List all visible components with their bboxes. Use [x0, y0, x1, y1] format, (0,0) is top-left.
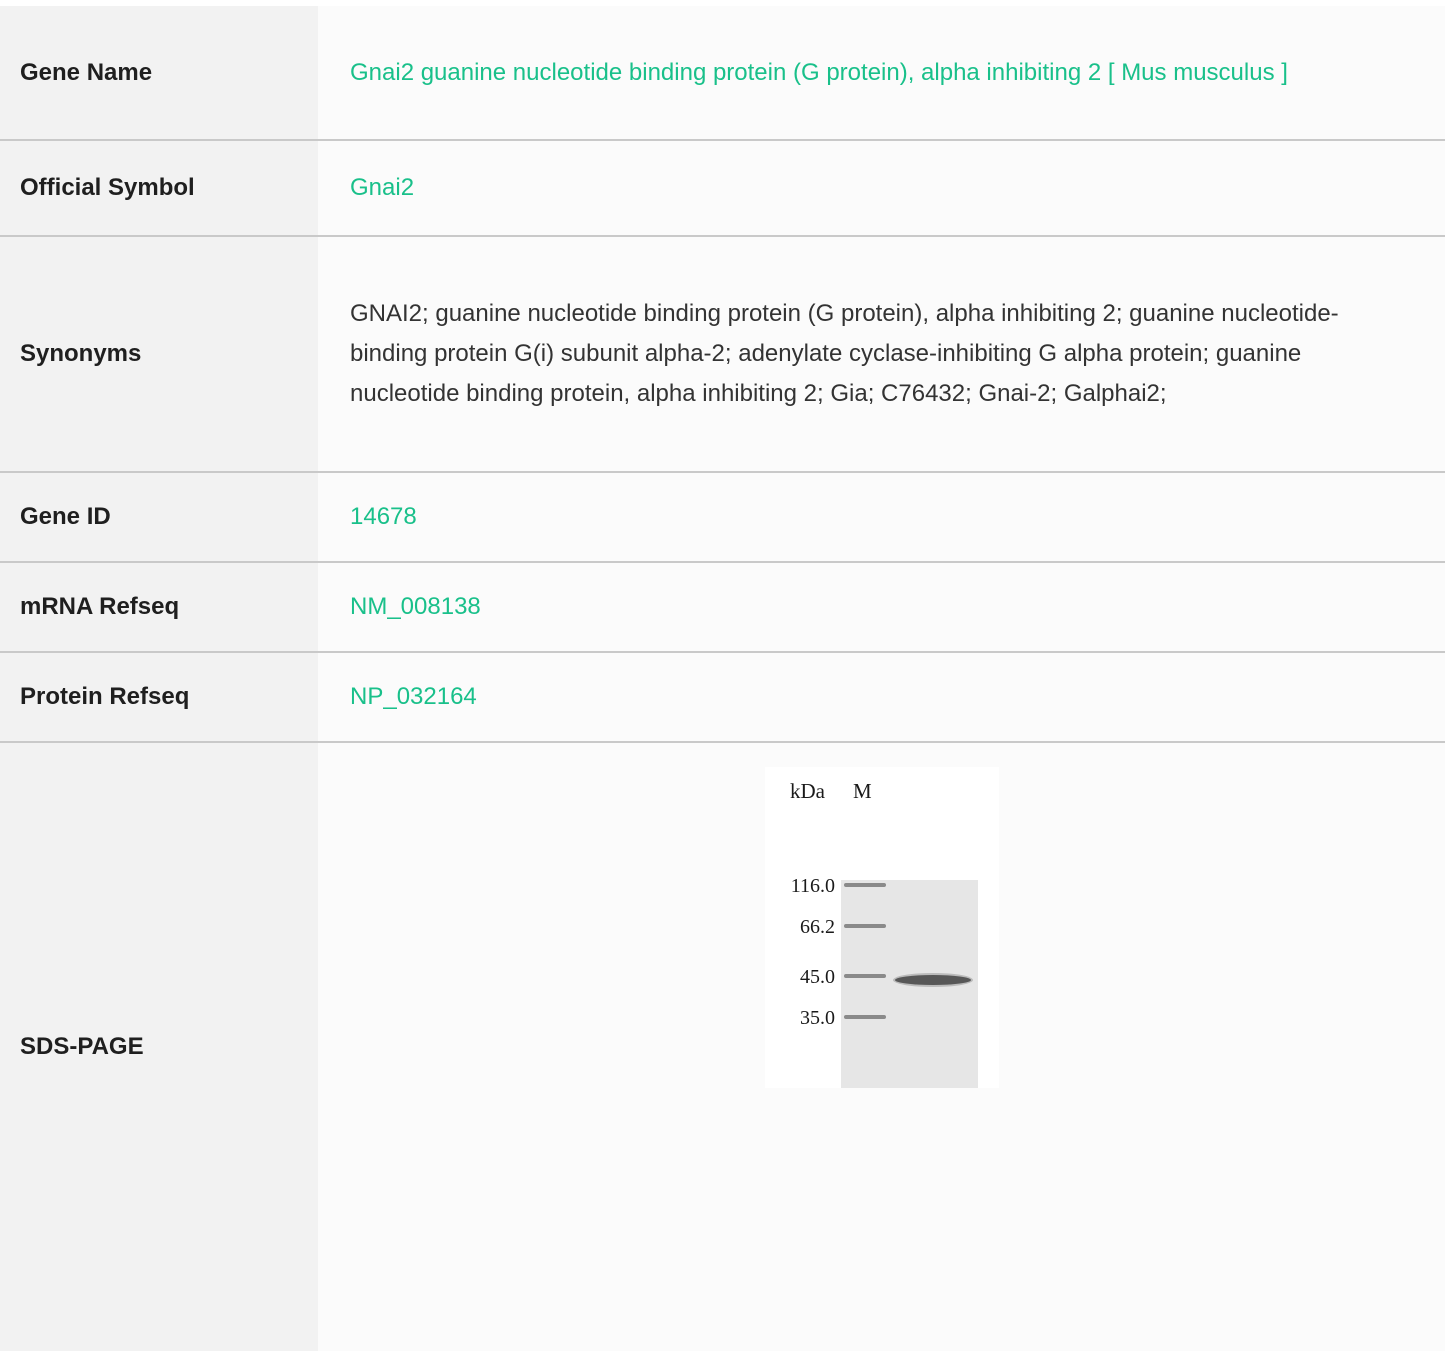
row-protein-refseq: Protein Refseq NP_032164	[0, 652, 1445, 743]
sds-page-label: SDS-PAGE	[0, 742, 318, 1351]
synonyms-value: GNAI2; guanine nucleotide binding protei…	[318, 236, 1445, 473]
gel-marker-label: 66.2	[800, 916, 835, 938]
gel-sample-band-halo	[893, 973, 973, 987]
official-symbol-label: Official Symbol	[0, 140, 318, 237]
row-gene-name: Gene Name Gnai2 guanine nucleotide bindi…	[0, 6, 1445, 141]
gene-id-cell: 14678	[318, 472, 1445, 563]
gel-marker-band	[844, 883, 886, 887]
gene-id-label: Gene ID	[0, 472, 318, 563]
row-sds-page: SDS-PAGE kDa M 116.066.245.035.025.018.4…	[0, 742, 1445, 1351]
gene-name-cell: Gnai2 guanine nucleotide binding protein…	[318, 6, 1445, 141]
gel-kda-label: kDa	[790, 779, 826, 803]
sds-page-gel-image: kDa M 116.066.245.035.025.018.414.4	[765, 767, 999, 1088]
row-synonyms: Synonyms GNAI2; guanine nucleotide bindi…	[0, 236, 1445, 473]
synonyms-label: Synonyms	[0, 236, 318, 473]
row-official-symbol: Official Symbol Gnai2	[0, 140, 1445, 237]
mrna-refseq-link[interactable]: NM_008138	[350, 593, 481, 620]
protein-refseq-label: Protein Refseq	[0, 652, 318, 743]
sds-page-cell: kDa M 116.066.245.035.025.018.414.4	[318, 742, 1445, 1351]
mrna-refseq-label: mRNA Refseq	[0, 562, 318, 653]
gel-marker-band	[844, 924, 886, 928]
gene-name-label: Gene Name	[0, 6, 318, 141]
gel-marker-band	[844, 974, 886, 978]
gel-marker-band	[844, 1015, 886, 1019]
mrna-refseq-cell: NM_008138	[318, 562, 1445, 653]
official-symbol-cell: Gnai2	[318, 140, 1445, 237]
gel-marker-label: 45.0	[800, 966, 835, 988]
gene-name-link[interactable]: Gnai2 guanine nucleotide binding protein…	[350, 59, 1288, 86]
gene-info-table: Gene Name Gnai2 guanine nucleotide bindi…	[0, 6, 1445, 1351]
protein-refseq-cell: NP_032164	[318, 652, 1445, 743]
gel-marker-label: 116.0	[791, 875, 835, 897]
row-mrna-refseq: mRNA Refseq NM_008138	[0, 562, 1445, 653]
official-symbol-link[interactable]: Gnai2	[350, 174, 414, 201]
row-gene-id: Gene ID 14678	[0, 472, 1445, 563]
gel-marker-lane-label: M	[853, 779, 872, 803]
gene-id-link[interactable]: 14678	[350, 503, 417, 530]
product-info-page: Gene Name Gnai2 guanine nucleotide bindi…	[0, 0, 1445, 1351]
protein-refseq-link[interactable]: NP_032164	[350, 683, 477, 710]
gel-marker-label: 35.0	[800, 1007, 835, 1029]
